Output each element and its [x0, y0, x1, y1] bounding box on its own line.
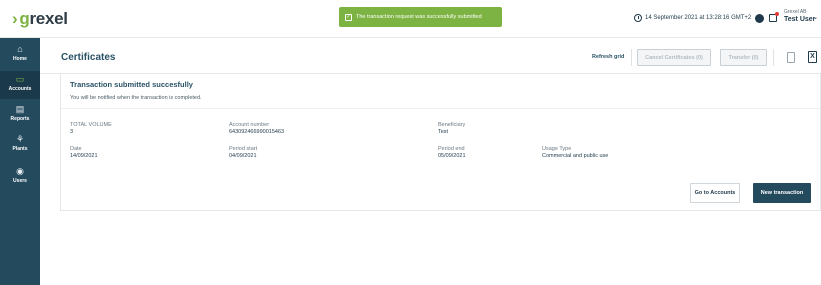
sidebar-item-label: Plants [12, 146, 28, 152]
excel-export-icon[interactable]: X [808, 51, 817, 63]
page-title: Certificates [61, 52, 116, 63]
total-volume-field: TOTAL VOLUME 3 [70, 122, 112, 135]
go-to-accounts-button[interactable]: Go to Accounts [690, 183, 740, 203]
pdf-export-icon[interactable] [787, 52, 795, 63]
beneficiary-field: Beneficiary Test [438, 122, 466, 135]
sidebar-item-reports[interactable]: ▤ Reports [0, 101, 40, 129]
page-header: Certificates Refresh grid Cancel Certifi… [40, 38, 821, 74]
cancel-certificates-button[interactable]: Cancel Certificates (0) [637, 49, 711, 66]
divider [773, 49, 774, 66]
usage-type-field: Usage Type Commercial and public use [542, 146, 609, 159]
notification-dot [775, 12, 779, 16]
messages-icon[interactable] [769, 12, 779, 22]
period-start-field: Period start 04/09/2021 [229, 146, 258, 159]
sidebar-item-label: Reports [10, 116, 30, 122]
sidebar-item-label: Home [13, 56, 27, 62]
divider [61, 108, 820, 109]
sidebar-item-users[interactable]: ◉ Users [0, 163, 40, 191]
globe-icon[interactable] [755, 14, 764, 23]
period-end-field: Period end 05/09/2021 [438, 146, 466, 159]
grexel-logo[interactable]: › grexel [12, 9, 68, 29]
card-title: Transaction submitted succesfully [70, 80, 193, 89]
account-number-field: Account number 643092466990015463 [229, 122, 285, 135]
logo-chevron-icon: › [12, 9, 18, 28]
checkmark-icon: ✓ [345, 13, 352, 21]
server-datetime: 14 September 2021 at 13:28:16 GMT+2 [634, 14, 751, 22]
refresh-grid-link[interactable]: Refresh grid [592, 54, 624, 60]
success-toast: ✓ The transaction request was successful… [339, 7, 502, 27]
top-bar: › grexel ✓ The transaction request was su… [0, 0, 821, 38]
user-org: Grexel AB [784, 9, 807, 15]
user-icon: ◉ [16, 166, 24, 176]
clock-icon [634, 14, 642, 22]
sidebar-item-label: Users [13, 178, 27, 184]
sidebar-item-home[interactable]: ⌂ Home [0, 41, 40, 69]
chevron-down-icon[interactable]: ⌄ [813, 14, 818, 21]
plant-icon: ⚘ [15, 134, 25, 144]
new-transaction-button[interactable]: New transaction [753, 183, 811, 203]
transaction-summary-card: Transaction submitted succesfully You wi… [60, 73, 821, 211]
toast-message: The transaction request was successfully… [356, 14, 482, 20]
card-subtitle: You will be notified when the transactio… [70, 95, 202, 101]
user-menu[interactable]: Grexel AB Test User [784, 9, 815, 24]
date-field: Date 14/09/2021 [70, 146, 98, 159]
home-icon: ⌂ [17, 44, 23, 54]
document-icon: ▤ [15, 104, 25, 114]
user-name: Test User [784, 16, 816, 23]
sidebar: ⌂ Home ▭ Accounts ▤ Reports ⚘ Plants ◉ U… [0, 38, 40, 285]
sidebar-item-label: Accounts [8, 86, 32, 92]
transfer-button[interactable]: Transfer (0) [720, 49, 767, 66]
divider [631, 49, 632, 66]
sidebar-item-plants[interactable]: ⚘ Plants [0, 131, 40, 159]
folder-icon: ▭ [15, 74, 25, 84]
sidebar-item-accounts[interactable]: ▭ Accounts [0, 71, 40, 99]
